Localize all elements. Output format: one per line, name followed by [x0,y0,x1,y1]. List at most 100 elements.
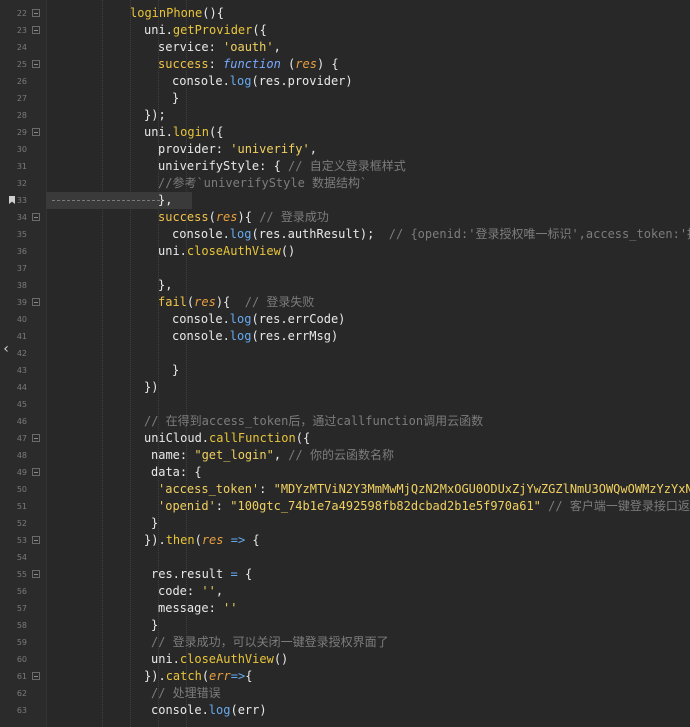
code-token: loginPhone [130,6,203,20]
code-line[interactable]: 44}) [0,379,690,396]
code-text: }).then(res => { [144,532,260,549]
line-number: 32 [16,179,27,188]
code-line[interactable]: 31 univerifyStyle: { // 自定义登录框样式 [0,158,690,175]
code-token: , [273,40,281,54]
code-token: log [229,329,252,343]
code-token: provider: [158,142,231,156]
line-number: 54 [16,553,27,562]
code-token: // 处理错误 [151,686,221,700]
code-line[interactable]: 55 res.result = { [0,566,690,583]
code-line[interactable]: 33}, [0,192,690,209]
code-token: console. [151,703,209,717]
code-line[interactable]: 54 [0,549,690,566]
code-line[interactable]: 46 // 在得到access_token后，通过callfunction调用云函… [0,413,690,430]
code-text: console.log(err) [151,702,267,719]
code-line[interactable]: 28}); [0,107,690,124]
fold-toggle-icon[interactable] [32,9,40,17]
code-token: log [208,703,231,717]
fold-toggle-icon[interactable] [32,213,40,221]
code-token: } [151,516,159,530]
code-line[interactable]: 26 console.log(res.provider) [0,73,690,90]
code-line[interactable]: 52} [0,515,690,532]
code-token: data: { [151,465,202,479]
code-token: res.result [151,567,231,581]
code-line[interactable]: 43} [0,362,690,379]
code-token: log [229,74,252,88]
line-number: 36 [16,247,27,256]
code-token: getProvider [172,23,253,37]
code-line[interactable]: 53}).then(res => { [0,532,690,549]
code-line[interactable]: 61}).catch(err=>{ [0,668,690,685]
code-line[interactable]: 34 success(res){ // 登录成功 [0,209,690,226]
code-line[interactable]: 41 console.log(res.errMsg) [0,328,690,345]
code-line[interactable]: 48 name: "get_login", // 你的云函数名称 [0,447,690,464]
fold-toggle-icon[interactable] [32,536,40,544]
line-number: 27 [16,94,27,103]
code-text: data: { [151,464,202,481]
code-line[interactable]: 35 console.log(res.authResult); // {openi… [0,226,690,243]
code-line[interactable]: 30 provider: 'univerify', [0,141,690,158]
fold-toggle-icon[interactable] [32,298,40,306]
code-line[interactable]: 50 'access_token': "MDYzMTViN2Y3MmMwMjQzN… [0,481,690,498]
code-line[interactable]: 36 uni.closeAuthView() [0,243,690,260]
code-line[interactable]: 42 [0,345,690,362]
fold-toggle-icon[interactable] [32,570,40,578]
code-line[interactable]: 62 // 处理错误 [0,685,690,702]
code-token: '' [223,601,238,615]
code-line[interactable]: 56 code: '', [0,583,690,600]
code-token: 'openid' [158,499,216,513]
code-line[interactable]: 27} [0,90,690,107]
code-token: "get_login" [194,448,274,462]
code-token: { [245,669,253,683]
code-token: // 登录成功 [259,210,329,224]
code-line[interactable]: 32 //参考`univerifyStyle 数据结构` [0,175,690,192]
code-token: log [229,312,252,326]
code-text: univerifyStyle: { // 自定义登录框样式 [158,158,406,175]
fold-toggle-icon[interactable] [32,26,40,34]
code-line[interactable]: 60 uni.closeAuthView() [0,651,690,668]
line-number: 50 [16,485,27,494]
code-line[interactable]: 37 [0,260,690,277]
code-editor[interactable]: 22 loginPhone(){23 uni.getProvider({24 serv… [0,0,690,727]
code-line[interactable]: 49 data: { [0,464,690,481]
fold-toggle-icon[interactable] [32,468,40,476]
code-text: // 登录成功，可以关闭一键登录授权界面了 [151,634,389,651]
code-line[interactable]: 39 fail(res){ // 登录失败 [0,294,690,311]
collapse-panel-chevron-icon[interactable]: ‹ [0,338,12,360]
code-line[interactable]: 38}, [0,277,690,294]
code-line[interactable]: 58} [0,617,690,634]
code-token: code: [158,584,202,598]
line-number: 52 [16,519,27,528]
code-token: callFunction [209,431,296,445]
code-text: console.log(res.errCode) [172,311,345,328]
code-token: }) [144,380,159,394]
code-token: function [223,57,281,71]
fold-toggle-icon[interactable] [32,434,40,442]
code-line[interactable]: 59 // 登录成功，可以关闭一键登录授权界面了 [0,634,690,651]
code-token: (res.authResult); [251,227,389,241]
code-token: then [165,533,195,547]
code-token: } [172,363,180,377]
code-line[interactable]: 25 success: function (res) { [0,56,690,73]
code-line[interactable]: 40 console.log(res.errCode) [0,311,690,328]
line-number: 28 [16,111,27,120]
line-number: 29 [16,128,27,137]
fold-toggle-icon[interactable] [32,672,40,680]
code-line[interactable]: 45 [0,396,690,413]
code-token: { [245,533,260,547]
code-line[interactable]: 47 uniCloud.callFunction({ [0,430,690,447]
code-line[interactable]: 51 'openid': "100gtc_74b1e7a492598fb82dcb… [0,498,690,515]
fold-toggle-icon[interactable] [32,60,40,68]
code-line[interactable]: 57 message: '' [0,600,690,617]
fold-toggle-icon[interactable] [32,128,40,136]
code-token: console. [172,74,230,88]
code-line[interactable]: 24 service: 'oauth', [0,39,690,56]
code-line[interactable]: 29 uni.login({ [0,124,690,141]
code-line[interactable]: 22 loginPhone(){ [0,5,690,22]
code-token: ){ [215,295,245,309]
code-line[interactable]: 63 console.log(err) [0,702,690,719]
code-line[interactable]: 23 uni.getProvider({ [0,22,690,39]
line-number: 46 [16,417,27,426]
code-token: uni. [158,244,187,258]
line-number: 40 [16,315,27,324]
